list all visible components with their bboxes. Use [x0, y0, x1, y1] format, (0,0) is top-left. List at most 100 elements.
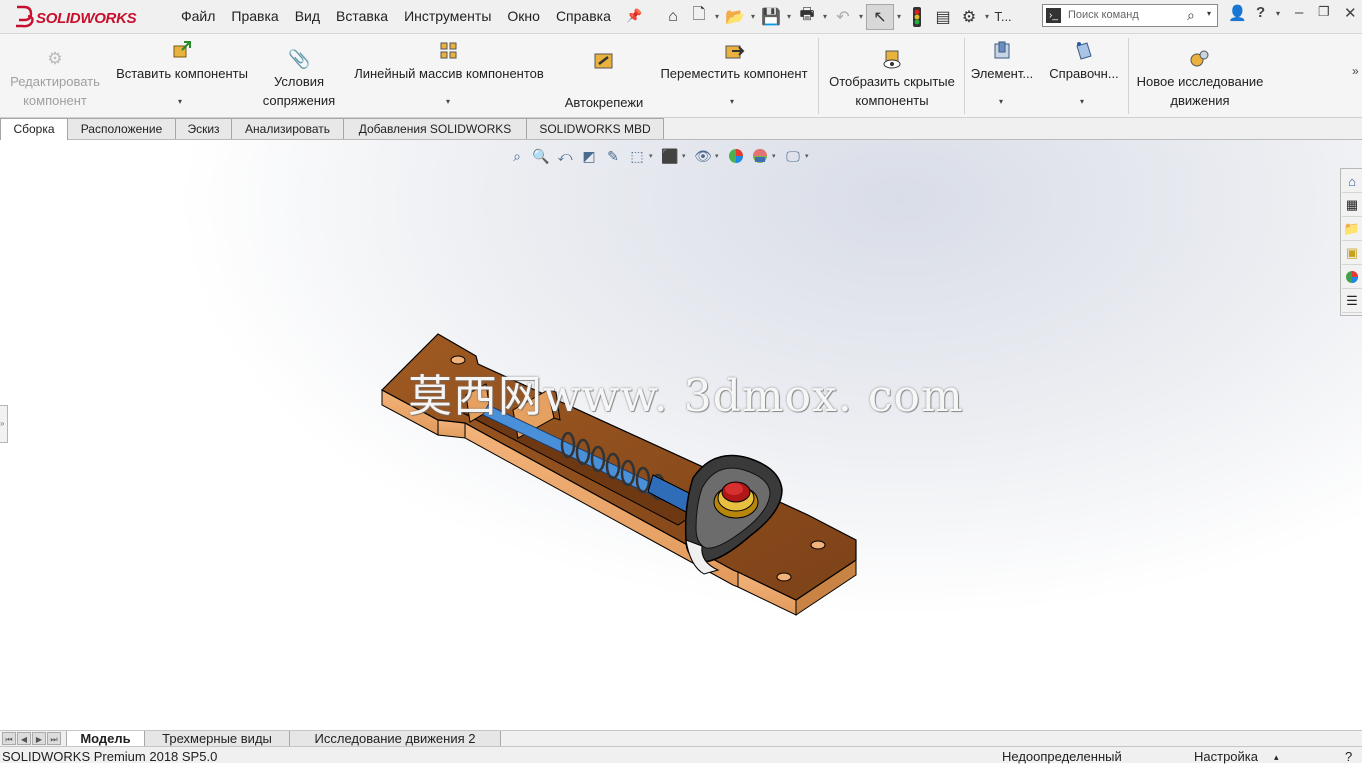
tab-addins[interactable]: Добавления SOLIDWORKS [343, 118, 527, 139]
units-customize[interactable]: Настройка [1194, 747, 1258, 767]
minimize-icon[interactable]: – [1295, 4, 1303, 28]
user-icon[interactable]: 👤 [1228, 4, 1247, 28]
save-icon[interactable]: 💾 [758, 5, 784, 29]
solidworks-logo[interactable]: SOLIDWORKS [10, 2, 155, 32]
view-orientation-dropdown-icon[interactable]: ▾ [649, 152, 658, 160]
menu-insert[interactable]: Вставка [328, 0, 396, 33]
solidworks-resources-icon[interactable]: ⌂ [1342, 170, 1362, 193]
tab-layout[interactable]: Расположение [67, 118, 176, 139]
graphics-viewport[interactable]: ◧ ◨ – ❐ ✕ ⌕ 🔍 ⤺ ◩ ✎ ⬚ ▾ ⬛ ▾ 👁 ▾ ▾ 🖵 ▾ [0, 140, 1362, 730]
undo-dropdown-icon[interactable]: ▾ [856, 12, 866, 21]
file-explorer-icon[interactable]: 📁 [1342, 218, 1362, 241]
tab-3d-views[interactable]: Трехмерные виды [144, 731, 290, 747]
help-status-icon[interactable]: ? [1345, 747, 1352, 767]
brand-name: SOLIDWORKS [36, 10, 137, 27]
file-properties-icon[interactable]: ▤ [930, 5, 956, 29]
menu-edit[interactable]: Правка [223, 0, 286, 33]
display-style-dropdown-icon[interactable]: ▾ [682, 152, 691, 160]
ribbon-overflow-icon[interactable]: » [1352, 64, 1359, 78]
new-dropdown-icon[interactable]: ▾ [712, 12, 722, 21]
mate-button[interactable]: 📎 Условия сопряжения [256, 48, 342, 110]
view-settings-dropdown-icon[interactable]: ▾ [805, 152, 814, 160]
edit-appearance-icon[interactable] [724, 145, 748, 167]
select-dropdown-icon[interactable]: ▾ [894, 12, 904, 21]
move-component-dropdown-icon[interactable]: ▾ [730, 97, 734, 106]
help-icon[interactable]: ? [1256, 4, 1265, 28]
open-icon[interactable]: 📂 [722, 5, 748, 29]
restore-icon[interactable]: ❐ [1318, 4, 1330, 28]
insert-components-dropdown-icon[interactable]: ▾ [178, 97, 182, 106]
customize-dropdown-icon[interactable]: ▴ [1274, 747, 1279, 767]
gear-icon[interactable]: ⚙ [956, 5, 982, 29]
close-icon[interactable]: ✕ [1344, 4, 1357, 28]
assembly-features-dropdown-icon[interactable]: ▾ [999, 97, 1003, 106]
traffic-light-icon[interactable] [904, 5, 930, 29]
undo-icon[interactable]: ↶ [830, 5, 856, 29]
zoom-to-fit-icon[interactable]: ⌕ [505, 145, 529, 167]
tab-sketch[interactable]: Эскиз [175, 118, 232, 139]
print-dropdown-icon[interactable]: ▾ [820, 12, 830, 21]
feature-tree-flyout-handle[interactable]: » [0, 405, 8, 443]
design-library-icon[interactable]: ▦ [1342, 194, 1362, 217]
save-dropdown-icon[interactable]: ▾ [784, 12, 794, 21]
bottom-tabs-bar: ⏮ ◀ ▶ ⏭ Модель Трехмерные виды Исследова… [0, 730, 1362, 747]
linear-pattern-label: Линейный массив компонентов [354, 66, 544, 81]
linear-pattern-icon [438, 40, 460, 62]
new-document-icon[interactable]: 🗋 [686, 5, 712, 29]
next-tab-arrow-icon[interactable]: ▶ [32, 732, 46, 745]
view-orientation-icon[interactable]: ⬚ [625, 145, 649, 167]
open-dropdown-icon[interactable]: ▾ [748, 12, 758, 21]
edit-component-button[interactable]: ⚙ Редактировать компонент [6, 48, 104, 110]
options-dropdown-icon[interactable]: ▾ [982, 12, 992, 21]
assembly-features-button[interactable]: Элемент... [966, 40, 1038, 83]
menu-window[interactable]: Окно [499, 0, 548, 33]
previous-view-icon[interactable]: ⤺ [553, 145, 577, 167]
dynamic-annotation-icon[interactable]: ✎ [601, 145, 625, 167]
menu-file[interactable]: Файл [173, 0, 223, 33]
tab-assembly[interactable]: Сборка [0, 118, 68, 140]
search-dropdown-icon[interactable]: ▾ [1207, 9, 1211, 18]
tab-model[interactable]: Модель [66, 731, 145, 747]
new-motion-study-button[interactable]: Новое исследование движения [1130, 48, 1270, 110]
print-icon[interactable]: 🖶 [794, 5, 820, 29]
appearances-icon[interactable] [1342, 266, 1362, 289]
smart-fasteners-button[interactable]: Автокрепежи [556, 50, 652, 112]
view-palette-icon[interactable]: ▣ [1342, 242, 1362, 265]
show-hidden-components-button[interactable]: Отобразить скрытые компоненты [822, 48, 962, 110]
linear-pattern-button[interactable]: Линейный массив компонентов [344, 40, 554, 83]
reference-geometry-dropdown-icon[interactable]: ▾ [1080, 97, 1084, 106]
select-arrow-icon[interactable]: ↖ [866, 3, 894, 30]
custom-properties-icon[interactable]: ☰ [1342, 290, 1362, 313]
view-settings-icon[interactable]: 🖵 [781, 145, 805, 167]
apply-scene-dropdown-icon[interactable]: ▾ [772, 152, 781, 160]
last-tab-arrow-icon[interactable]: ⏭ [47, 732, 61, 745]
apply-scene-icon[interactable] [748, 145, 772, 167]
search-commands[interactable]: ›_ Поиск команд ⌕ ▾ [1042, 4, 1218, 27]
search-input[interactable]: Поиск команд [1068, 9, 1139, 21]
first-tab-arrow-icon[interactable]: ⏮ [2, 732, 16, 745]
tab-motion-study-2[interactable]: Исследование движения 2 [289, 731, 501, 747]
display-style-icon[interactable]: ⬛ [658, 145, 682, 167]
tab-mbd[interactable]: SOLIDWORKS MBD [526, 118, 664, 139]
menu-view[interactable]: Вид [287, 0, 328, 33]
tab-evaluate[interactable]: Анализировать [231, 118, 344, 139]
search-icon[interactable]: ⌕ [1187, 7, 1195, 24]
help-dropdown-icon[interactable]: ▾ [1276, 9, 1280, 33]
menu-tools[interactable]: Инструменты [396, 0, 499, 33]
ribbon-separator [1128, 38, 1129, 114]
reference-geometry-button[interactable]: Справочн... [1042, 40, 1126, 83]
move-component-icon [723, 40, 745, 62]
zoom-to-area-icon[interactable]: 🔍 [529, 145, 553, 167]
home-icon[interactable]: ⌂ [660, 5, 686, 29]
hide-show-dropdown-icon[interactable]: ▾ [715, 152, 724, 160]
menu-help[interactable]: Справка [548, 0, 619, 33]
prev-tab-arrow-icon[interactable]: ◀ [17, 732, 31, 745]
insert-components-button[interactable]: Вставить компоненты [110, 40, 254, 83]
ribbon-separator [964, 38, 965, 114]
move-component-button[interactable]: Переместить компонент [654, 40, 814, 83]
pin-menu-icon[interactable]: 📌 [626, 8, 642, 23]
linear-pattern-dropdown-icon[interactable]: ▾ [446, 97, 450, 106]
hide-show-items-icon[interactable]: 👁 [691, 145, 715, 167]
toolbar-truncated-label[interactable]: Т... [992, 5, 1014, 29]
section-view-icon[interactable]: ◩ [577, 145, 601, 167]
